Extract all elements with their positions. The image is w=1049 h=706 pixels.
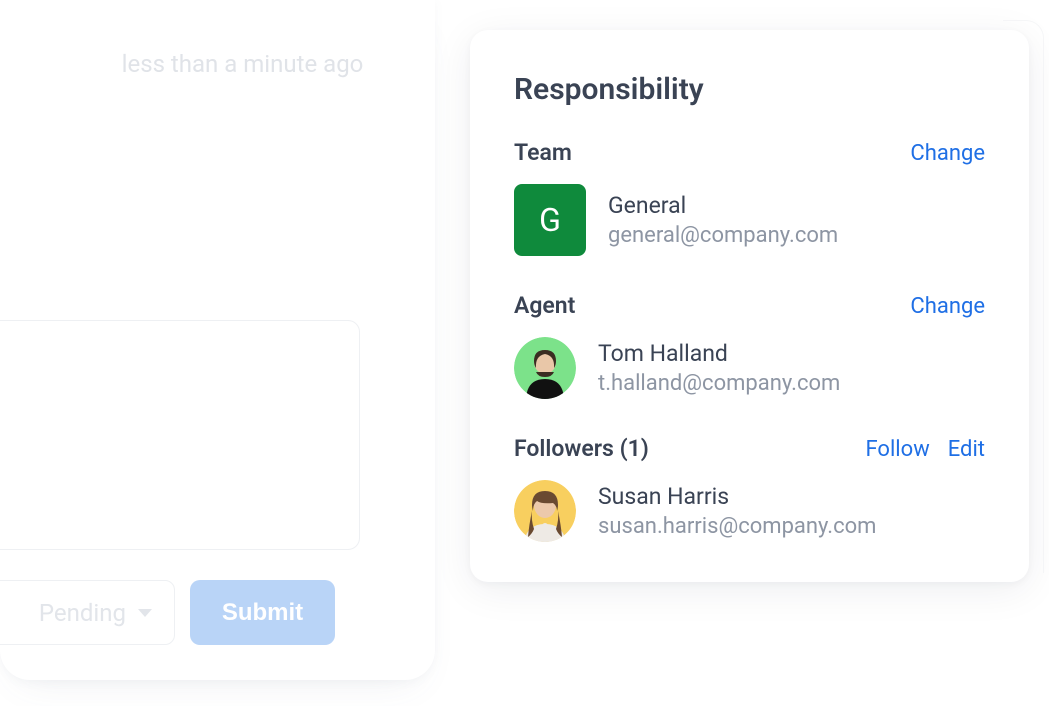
submit-button-label: Submit xyxy=(222,599,303,627)
team-row: G General general@company.com xyxy=(514,184,985,256)
follower-row: Susan Harris susan.harris@company.com xyxy=(514,480,985,542)
compose-panel: less than a minute ago Pending Submit xyxy=(0,0,435,680)
status-dropdown[interactable]: Pending xyxy=(0,580,175,645)
agent-avatar xyxy=(514,337,576,399)
team-email: general@company.com xyxy=(608,223,838,248)
team-avatar: G xyxy=(514,184,586,256)
follow-link[interactable]: Follow xyxy=(865,437,929,462)
agent-name: Tom Halland xyxy=(598,340,840,367)
responsibility-panel: Responsibility Team Change G General gen… xyxy=(470,30,1029,582)
panel-title: Responsibility xyxy=(514,72,985,107)
agent-change-link[interactable]: Change xyxy=(910,294,985,319)
followers-label: Followers (1) xyxy=(514,435,649,462)
timestamp: less than a minute ago xyxy=(0,50,435,78)
follower-name: Susan Harris xyxy=(598,483,876,510)
followers-edit-link[interactable]: Edit xyxy=(948,437,985,462)
follower-avatar xyxy=(514,480,576,542)
status-dropdown-label: Pending xyxy=(39,599,126,627)
message-input-box[interactable] xyxy=(0,320,360,550)
team-name: General xyxy=(608,192,838,219)
agent-email: t.halland@company.com xyxy=(598,371,840,396)
agent-label: Agent xyxy=(514,292,575,319)
team-change-link[interactable]: Change xyxy=(910,141,985,166)
submit-button[interactable]: Submit xyxy=(190,580,335,645)
team-label: Team xyxy=(514,139,572,166)
follower-email: susan.harris@company.com xyxy=(598,514,876,539)
agent-row: Tom Halland t.halland@company.com xyxy=(514,337,985,399)
chevron-down-icon xyxy=(138,609,152,617)
